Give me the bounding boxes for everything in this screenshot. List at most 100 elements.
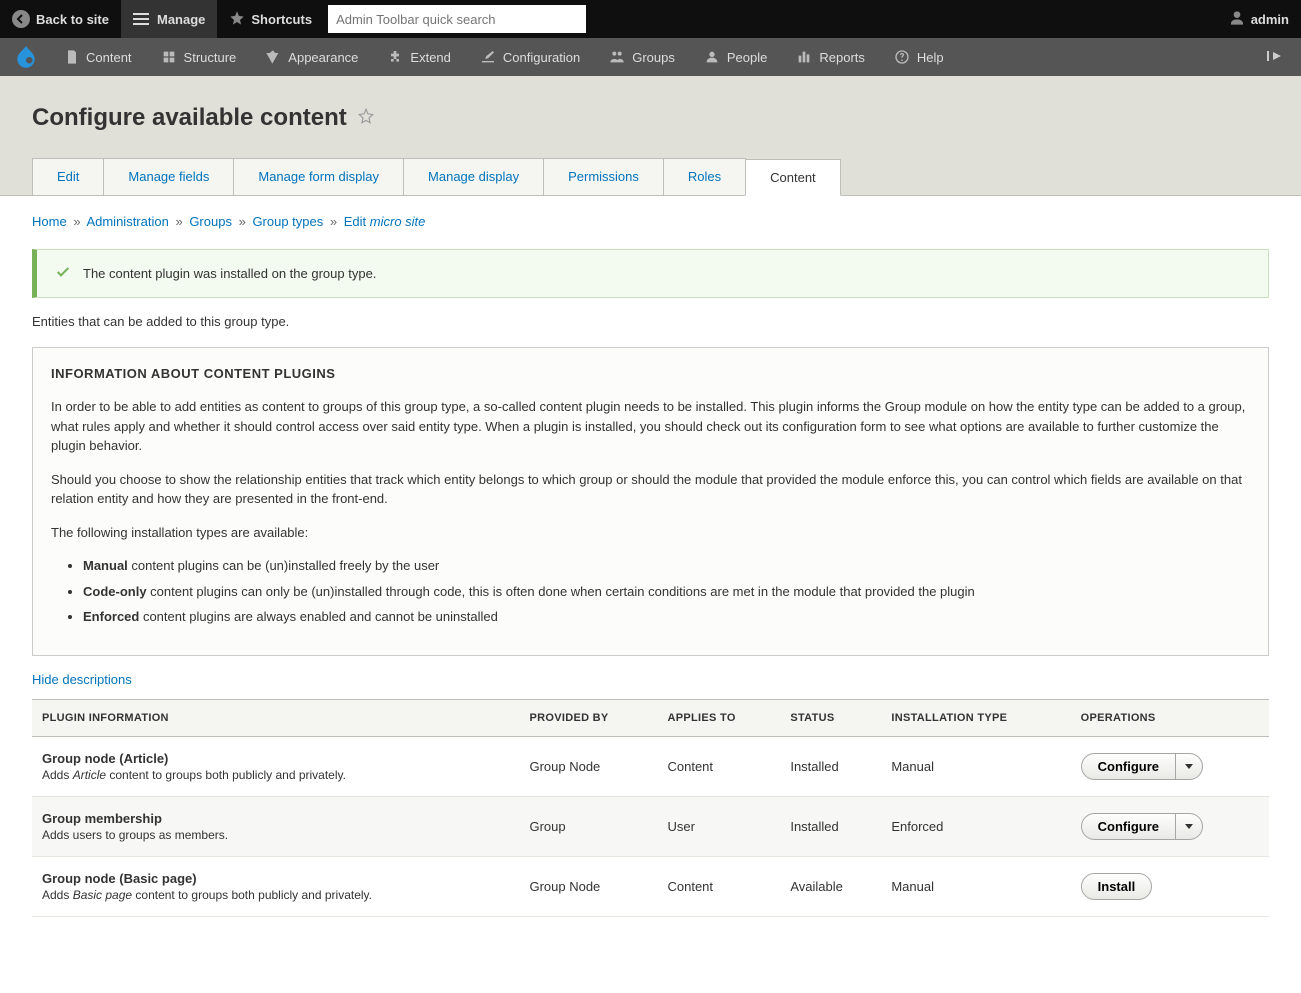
- shortcuts-button[interactable]: Shortcuts: [217, 0, 324, 38]
- back-to-site-label: Back to site: [36, 12, 109, 27]
- th-applies: Applies to: [657, 699, 780, 736]
- reports-icon: [795, 49, 813, 65]
- star-icon: [229, 10, 245, 29]
- admin-menu-extend[interactable]: Extend: [372, 38, 464, 76]
- tab-content[interactable]: Content: [745, 159, 841, 196]
- admin-menu-configuration[interactable]: Configuration: [465, 38, 594, 76]
- help-icon: [893, 49, 911, 65]
- hide-descriptions-link[interactable]: Hide descriptions: [32, 672, 132, 687]
- info-box-li2: Code-only content plugins can only be (u…: [83, 582, 1250, 602]
- header-region: Configure available content EditManage f…: [0, 76, 1301, 196]
- plugins-table: Plugin information Provided by Applies t…: [32, 699, 1269, 917]
- plugin-description: Adds users to groups as members.: [42, 828, 509, 842]
- content-icon: [64, 48, 80, 66]
- appearance-icon: [264, 49, 282, 65]
- page-title-text: Configure available content: [32, 104, 347, 132]
- check-icon: [55, 264, 71, 283]
- user-icon: [1229, 10, 1245, 29]
- cell-status: Available: [780, 856, 881, 916]
- extend-icon: [386, 49, 404, 65]
- info-box-li3: Enforced content plugins are always enab…: [83, 607, 1250, 627]
- tab-manage-fields[interactable]: Manage fields: [103, 158, 234, 195]
- main-content: Home » Administration » Groups » Group t…: [0, 196, 1301, 957]
- cell-installType: Enforced: [881, 796, 1070, 856]
- breadcrumb-edit[interactable]: Edit micro site: [344, 214, 426, 229]
- plugin-name: Group membership: [42, 811, 509, 826]
- collapse-toolbar-button[interactable]: [1257, 49, 1293, 66]
- admin-menu-reports[interactable]: Reports: [781, 38, 879, 76]
- manage-button[interactable]: Manage: [121, 0, 217, 38]
- info-box: Information about content plugins In ord…: [32, 347, 1269, 656]
- th-install-type: Installation type: [881, 699, 1070, 736]
- admin-menu-people[interactable]: People: [689, 38, 781, 76]
- tab-manage-form-display[interactable]: Manage form display: [233, 158, 404, 195]
- cell-installType: Manual: [881, 856, 1070, 916]
- favorite-star-button[interactable]: [357, 104, 375, 132]
- user-label: admin: [1251, 12, 1289, 27]
- cell-provided: Group Node: [519, 856, 657, 916]
- manage-label: Manage: [157, 12, 205, 27]
- plugin-name: Group node (Basic page): [42, 871, 509, 886]
- page-title: Configure available content: [32, 104, 1269, 132]
- admin-menu-help[interactable]: Help: [879, 38, 958, 76]
- dropdown-toggle-button[interactable]: [1175, 813, 1203, 840]
- tab-roles[interactable]: Roles: [663, 158, 746, 195]
- intro-text: Entities that can be added to this group…: [32, 314, 1269, 329]
- structure-icon: [160, 49, 178, 65]
- breadcrumb: Home » Administration » Groups » Group t…: [32, 214, 1269, 229]
- configure-button[interactable]: Configure: [1081, 813, 1175, 840]
- people-icon: [703, 49, 721, 65]
- th-plugin: Plugin information: [32, 699, 519, 736]
- info-box-p1: In order to be able to add entities as c…: [51, 397, 1250, 456]
- table-row: Group node (Basic page) Adds Basic page c…: [32, 856, 1269, 916]
- shortcuts-label: Shortcuts: [251, 12, 312, 27]
- cell-provided: Group Node: [519, 736, 657, 796]
- tab-edit[interactable]: Edit: [32, 158, 104, 195]
- info-box-li1: Manual content plugins can be (un)instal…: [83, 556, 1250, 576]
- table-row: Group node (Article) Adds Article content…: [32, 736, 1269, 796]
- cell-status: Installed: [780, 796, 881, 856]
- plugin-description: Adds Basic page content to groups both p…: [42, 888, 509, 902]
- cell-provided: Group: [519, 796, 657, 856]
- caret-down-icon: [1185, 764, 1193, 769]
- breadcrumb-home[interactable]: Home: [32, 214, 67, 229]
- toolbar-admin: ContentStructureAppearanceExtendConfigur…: [0, 38, 1301, 76]
- plugin-name: Group node (Article): [42, 751, 509, 766]
- tab-permissions[interactable]: Permissions: [543, 158, 664, 195]
- cell-installType: Manual: [881, 736, 1070, 796]
- th-operations: Operations: [1071, 699, 1269, 736]
- admin-search-input[interactable]: [328, 5, 586, 33]
- th-status: Status: [780, 699, 881, 736]
- cell-applies: Content: [657, 736, 780, 796]
- admin-menu-content[interactable]: Content: [50, 38, 146, 76]
- admin-menu-appearance[interactable]: Appearance: [250, 38, 372, 76]
- tab-manage-display[interactable]: Manage display: [403, 158, 544, 195]
- breadcrumb-admin[interactable]: Administration: [86, 214, 168, 229]
- toolbar-top: Back to site Manage Shortcuts admin: [0, 0, 1301, 38]
- caret-down-icon: [1185, 824, 1193, 829]
- back-to-site-button[interactable]: Back to site: [0, 0, 121, 38]
- table-row: Group membership Adds users to groups as …: [32, 796, 1269, 856]
- breadcrumb-groups[interactable]: Groups: [189, 214, 232, 229]
- collapse-icon: [1267, 49, 1283, 63]
- cell-applies: Content: [657, 856, 780, 916]
- status-message-text: The content plugin was installed on the …: [83, 266, 376, 281]
- configure-button[interactable]: Configure: [1081, 753, 1175, 780]
- back-arrow-icon: [12, 10, 30, 28]
- info-box-p2: Should you choose to show the relationsh…: [51, 470, 1250, 509]
- th-provided: Provided by: [519, 699, 657, 736]
- admin-menu-groups[interactable]: Groups: [594, 38, 689, 76]
- groups-icon: [608, 49, 626, 65]
- admin-menu-structure[interactable]: Structure: [146, 38, 251, 76]
- drupal-logo-icon[interactable]: [12, 43, 40, 71]
- info-box-p3: The following installation types are ava…: [51, 523, 1250, 543]
- user-menu-button[interactable]: admin: [1217, 0, 1301, 38]
- menu-icon: [133, 12, 149, 26]
- configuration-icon: [479, 49, 497, 65]
- cell-applies: User: [657, 796, 780, 856]
- dropdown-toggle-button[interactable]: [1175, 753, 1203, 780]
- admin-search: [328, 5, 586, 33]
- install-button[interactable]: Install: [1081, 873, 1153, 900]
- breadcrumb-group-types[interactable]: Group types: [252, 214, 323, 229]
- plugin-description: Adds Article content to groups both publ…: [42, 768, 509, 782]
